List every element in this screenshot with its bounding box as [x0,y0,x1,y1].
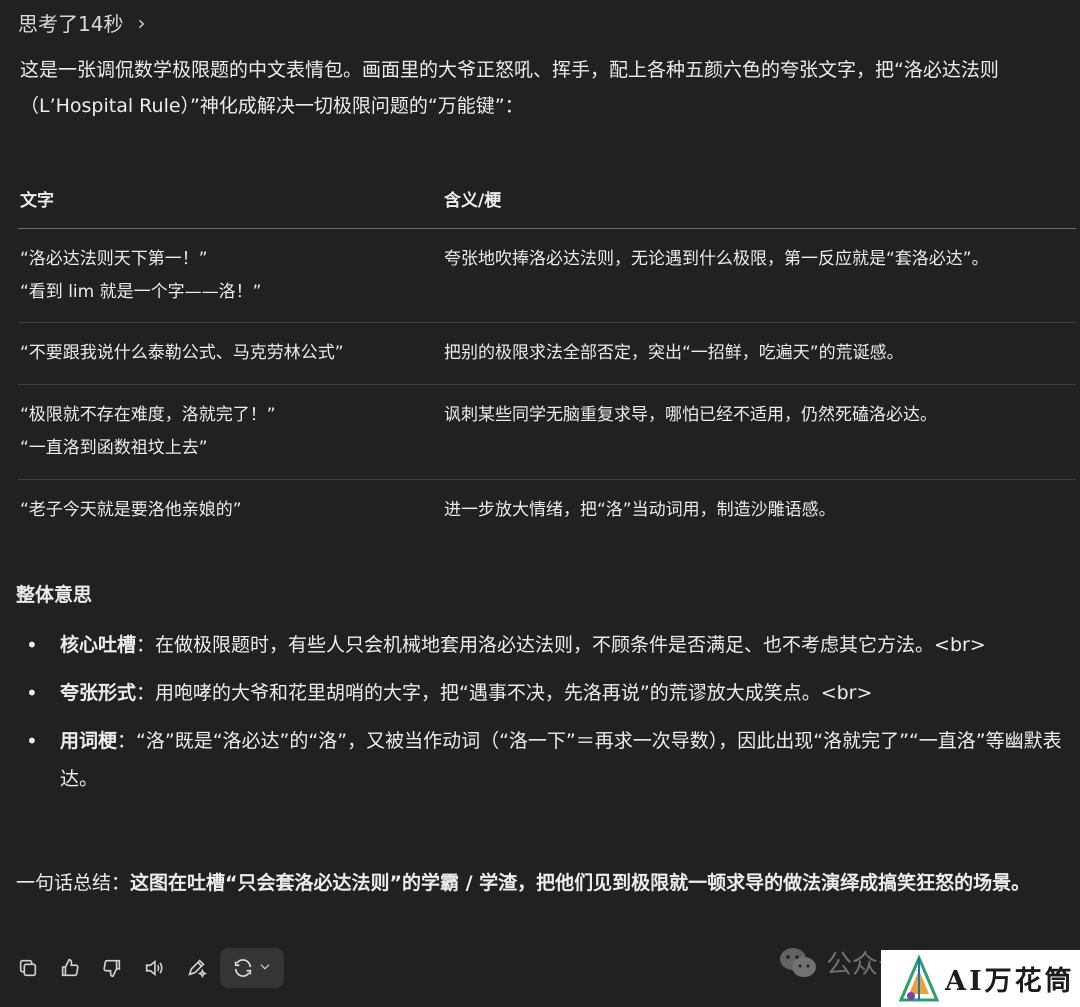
summary-lead: 一句话总结： [16,872,131,894]
table-row: “洛必达法则天下第一！” “看到 lim 就是一个字——洛！” 夸张地吹捧洛必达… [18,229,1076,323]
bullet-body: ：在做极限题时，有些人只会机械地套用洛必达法则，不顾条件是否满足、也不考虑其它方… [136,634,986,656]
thought-toggle[interactable]: 思考了14秒 › [18,8,145,37]
intro-paragraph: 这是一张调侃数学极限题的中文表情包。画面里的大爷正怒吼、挥手，配上各种五颜六色的… [20,59,999,117]
row-text-line: “极限就不存在难度，洛就完了！” [20,405,276,425]
logo-text: AI万花筒 [945,966,1075,997]
list-item: • 用词梗：“洛”既是“洛必达”的“洛”，又被当作动词（“洛一下”＝再求一次导数… [18,722,1074,798]
row-text-cell: “洛必达法则天下第一！” “看到 lim 就是一个字——洛！” [18,243,444,322]
row-text-cell: “极限就不存在难度，洛就完了！” “一直洛到函数祖坟上去” [18,399,444,479]
bullet-label: 核心吐槽 [60,634,137,656]
row-meaning-cell: 把别的极限求法全部否定，突出“一招鲜，吃遍天”的荒诞感。 [444,343,904,363]
row-text-line: “洛必达法则天下第一！” [20,249,208,269]
copy-icon [19,959,37,977]
meme-table: 文字 含义/梗 “洛必达法则天下第一！” “看到 lim 就是一个字——洛！” … [18,168,1076,542]
table-row: “不要跟我说什么泰勒公式、马克劳林公式” 把别的极限求法全部否定，突出“一招鲜，… [18,323,1076,385]
bullet-body: ：“洛”既是“洛必达”的“洛”，又被当作动词（“洛一下”＝再求一次导数），因此出… [60,730,1062,790]
summary-paragraph: 一句话总结：这图在吐槽“只会套洛必达法则”的学霸 / 学渣，把他们见到极限就一顿… [16,864,1076,902]
row-text-line: “老子今天就是要洛他亲娘的” [20,500,242,520]
wechat-icon [780,947,816,977]
bullet-label: 用词梗 [60,730,118,752]
row-text-line: “看到 lim 就是一个字——洛！” [20,282,262,302]
table-row: “极限就不存在难度，洛就完了！” “一直洛到函数祖坟上去” 讽刺某些同学无脑重复… [18,385,1076,480]
header-meaning: 含义/梗 [444,190,502,211]
row-text-cell: “老子今天就是要洛他亲娘的” [18,494,444,542]
regenerate-icon [234,959,252,977]
brand-logo: AI万花筒 [881,950,1080,1007]
message-actions [10,948,284,988]
speaker-icon [145,959,163,977]
list-item: • 夸张形式：用咆哮的大爷和花里胡哨的大字，把“遇事不决，先洛再说”的荒谬放大成… [18,674,1074,712]
row-meaning-cell: 讽刺某些同学无脑重复求导，哪怕已经不适用，仍然死磕洛必达。 [444,405,937,425]
section-title: 整体意思 [16,584,93,606]
table-row: “老子今天就是要洛他亲娘的” 进一步放大情绪，把“洛”当动词用，制造沙雕语感。 [18,480,1076,542]
bullet-label: 夸张形式 [60,682,137,704]
bullet-text: 夸张形式：用咆哮的大爷和花里胡哨的大字，把“遇事不决，先洛再说”的荒谬放大成笑点… [60,674,872,712]
chevron-down-icon [260,963,270,969]
thumbs-up-icon [61,958,79,977]
edit-icon [188,959,207,979]
bullet-text: 用词梗：“洛”既是“洛必达”的“洛”，又被当作动词（“洛一下”＝再求一次导数），… [60,722,1074,798]
bullet-dot: • [26,729,38,753]
summary-bold: 这图在吐槽“只会套洛必达法则”的学霸 / 学渣，把他们见到极限就一顿求导的做法演… [130,872,1031,894]
regenerate-button[interactable] [220,948,284,988]
bullet-text: 核心吐槽：在做极限题时，有些人只会机械地套用洛必达法则，不顾条件是否满足、也不考… [60,626,986,664]
row-meaning-cell: 进一步放大情绪，把“洛”当动词用，制造沙雕语感。 [444,500,836,520]
table-header: 文字 含义/梗 [18,168,1076,229]
list-item: • 核心吐槽：在做极限题时，有些人只会机械地套用洛必达法则，不顾条件是否满足、也… [18,626,1074,664]
row-text-line: “不要跟我说什么泰勒公式、马克劳林公式” [20,343,344,363]
bullet-body: ：用咆哮的大爷和花里胡哨的大字，把“遇事不决，先洛再说”的荒谬放大成笑点。<br… [136,682,873,704]
chat-response: 思考了14秒 › 这是一张调侃数学极限题的中文表情包。画面里的大爷正怒吼、挥手，… [0,0,1080,1007]
header-text: 文字 [20,190,54,211]
bullet-list: • 核心吐槽：在做极限题时，有些人只会机械地套用洛必达法则，不顾条件是否满足、也… [18,626,1074,808]
thumbs-up-button[interactable] [52,948,88,988]
kaleidoscope-logo-icon [898,953,940,1001]
row-text-cell: “不要跟我说什么泰勒公式、马克劳林公式” [18,337,444,384]
bullet-dot: • [26,681,38,705]
row-meaning-cell: 夸张地吹捧洛必达法则，无论遇到什么极限，第一反应就是“套洛必达”。 [444,249,989,269]
thumbs-down-icon [103,959,121,978]
copy-button[interactable] [10,948,46,988]
row-text-line: “一直洛到函数祖坟上去” [20,438,208,458]
regenerate-dropdown[interactable] [258,959,272,978]
bullet-dot: • [26,633,38,657]
chevron-right-icon: › [137,10,146,35]
edit-button[interactable] [178,948,214,988]
thought-label: 思考了14秒 [18,12,124,36]
thumbs-down-button[interactable] [94,948,130,988]
read-aloud-button[interactable] [136,948,172,988]
